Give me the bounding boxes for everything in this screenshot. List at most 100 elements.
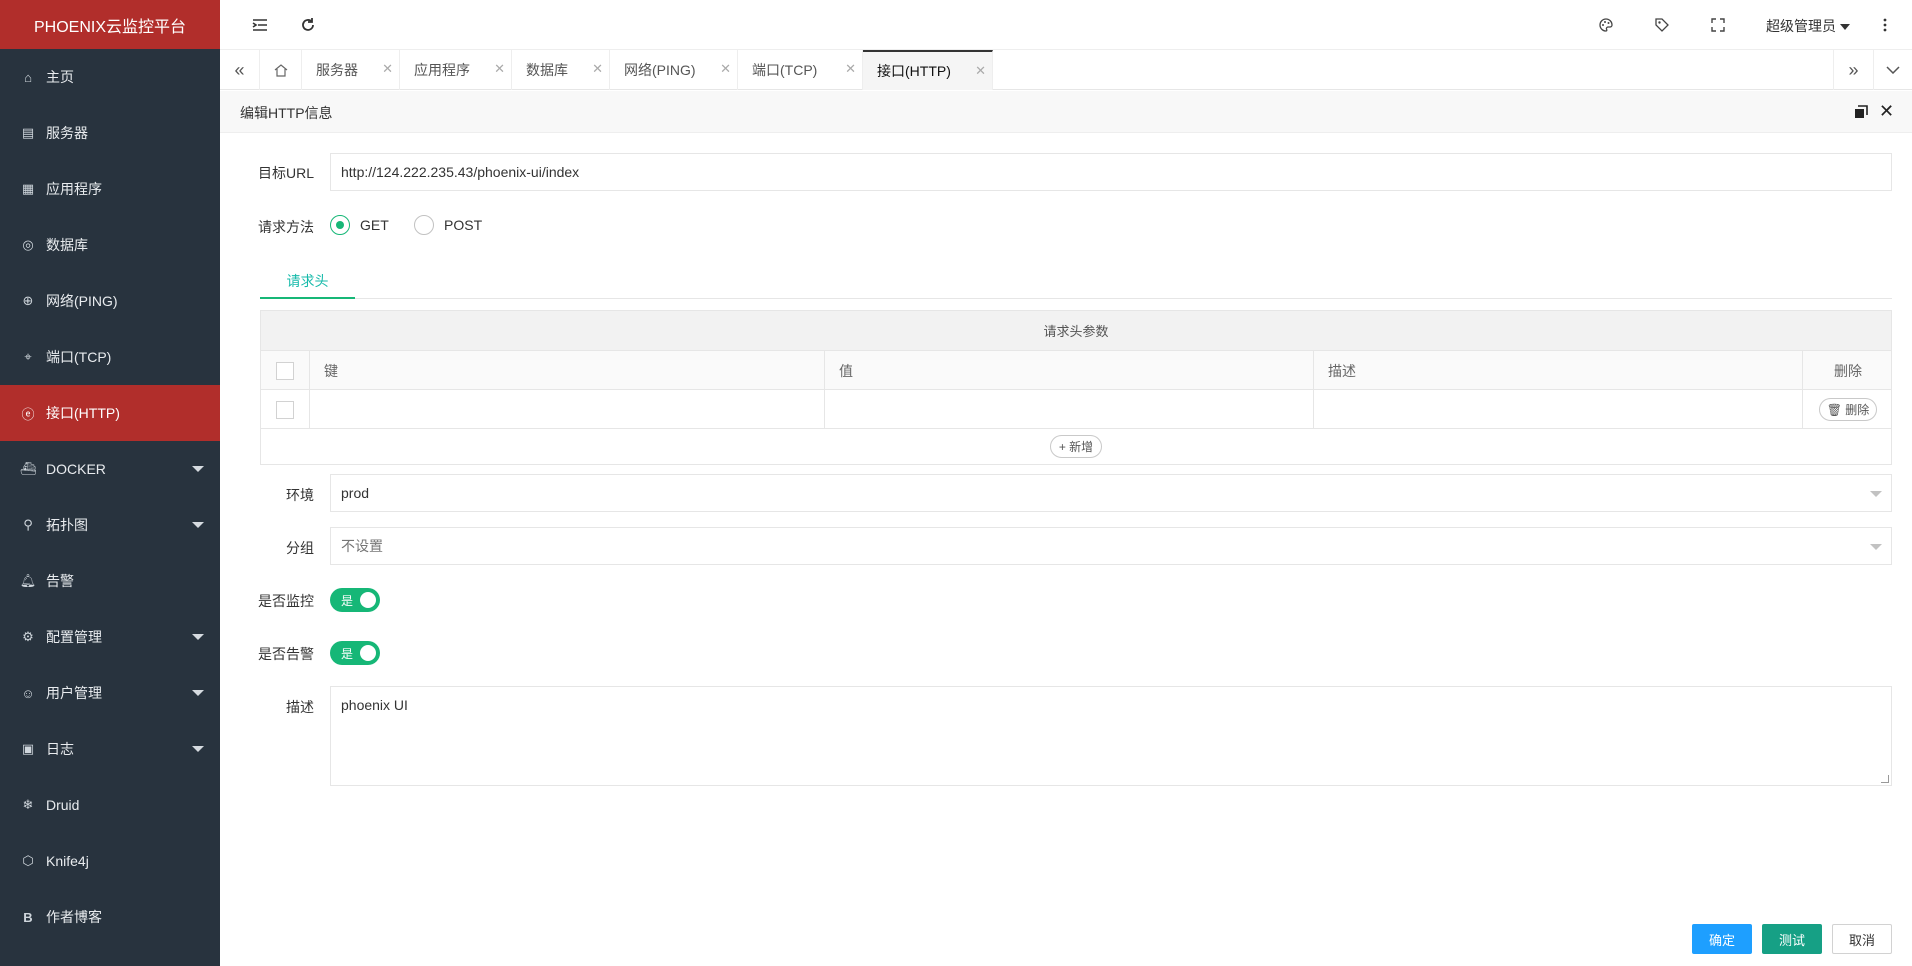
toggle-text: 是 (341, 647, 354, 661)
toggle-knob (360, 645, 376, 661)
radio-circle (330, 215, 350, 235)
menu-collapse-icon[interactable] (250, 15, 270, 35)
close-icon[interactable]: ✕ (1879, 101, 1894, 122)
description-cell[interactable] (1314, 390, 1803, 429)
resize-handle-icon[interactable] (1881, 775, 1889, 783)
sidebar-item-druid[interactable]: ❄ Druid (0, 777, 220, 833)
blog-icon: B (23, 909, 33, 925)
sidebar-item-label: 日志 (46, 741, 74, 757)
test-button[interactable]: 测试 (1762, 924, 1822, 954)
tag-icon[interactable] (1652, 15, 1672, 35)
group-placeholder: 不设置 (341, 538, 383, 554)
sidebar-item-server[interactable]: ▤ 服务器 (0, 105, 220, 161)
sidebar-item-topology[interactable]: ⚲ 拓扑图 (0, 497, 220, 553)
tab-label: 网络(PING) (624, 62, 696, 78)
trash-icon: 🗑︎ (1826, 403, 1842, 417)
env-select[interactable]: prod (330, 474, 1892, 512)
tab-tcp[interactable]: 端口(TCP) ✕ (738, 50, 863, 90)
sidebar-item-apps[interactable]: ▦ 应用程序 (0, 161, 220, 217)
tabs-scroll-left-icon[interactable]: « (220, 50, 260, 90)
close-icon[interactable]: ✕ (845, 61, 856, 77)
close-icon[interactable]: ✕ (382, 61, 393, 77)
palette-icon[interactable] (1596, 15, 1616, 35)
confirm-button[interactable]: 确定 (1692, 924, 1752, 954)
tab-ping[interactable]: 网络(PING) ✕ (610, 50, 738, 90)
row-select-cell (261, 390, 310, 429)
sidebar-item-ping[interactable]: ⊕ 网络(PING) (0, 273, 220, 329)
home-tab-icon[interactable] (260, 50, 302, 90)
table-header-row: 键 值 描述 删除 (261, 351, 1891, 390)
user-menu[interactable]: 超级管理员 (1766, 16, 1850, 36)
tabs-scroll-right-icon[interactable]: » (1833, 50, 1873, 90)
server-icon: ▤ (21, 125, 35, 140)
sidebar-item-knife4j[interactable]: ⬡ Knife4j (0, 833, 220, 889)
column-description: 描述 (1314, 351, 1803, 390)
sidebar-item-http[interactable]: ⓔ 接口(HTTP) (0, 385, 220, 441)
fullscreen-icon[interactable] (1708, 15, 1728, 35)
method-get-radio[interactable]: GET (330, 215, 389, 235)
env-value: prod (341, 485, 370, 501)
description-label: 描述 (286, 699, 314, 715)
more-vertical-icon[interactable] (1875, 15, 1895, 35)
chevron-down-icon (192, 746, 204, 752)
log-icon: ▣ (21, 741, 35, 756)
tab-server[interactable]: 服务器 ✕ (302, 50, 400, 90)
alarm-toggle[interactable]: 是 (330, 641, 380, 665)
add-label: 新增 (1069, 440, 1094, 454)
delete-cell: 🗑︎ 删除 (1803, 390, 1893, 429)
row-checkbox[interactable] (276, 400, 294, 419)
tab-request-headers[interactable]: 请求头 (260, 265, 355, 299)
group-select[interactable]: 不设置 (330, 527, 1892, 565)
tab-label: 端口(TCP) (752, 62, 818, 78)
method-post-radio[interactable]: POST (414, 215, 482, 235)
key-cell[interactable] (310, 390, 825, 429)
env-label: 环境 (286, 487, 314, 503)
chevron-down-icon (1870, 491, 1882, 497)
sidebar-item-config[interactable]: ⚙ 配置管理 (0, 609, 220, 665)
tabs-dropdown-icon[interactable] (1873, 50, 1912, 90)
topology-icon: ⚲ (23, 517, 33, 532)
apps-icon: ▦ (21, 181, 35, 196)
monitor-toggle[interactable]: 是 (330, 588, 380, 612)
maximize-icon[interactable] (1854, 105, 1868, 119)
sidebar-item-database[interactable]: ◎ 数据库 (0, 217, 220, 273)
url-label: 目标URL (257, 165, 314, 181)
dialog-title: 编辑HTTP信息 (240, 105, 333, 121)
database-icon: ◎ (22, 237, 34, 252)
tab-label: 接口(HTTP) (877, 63, 951, 79)
sidebar-item-home[interactable]: ⌂ 主页 (0, 49, 220, 105)
delete-row-button[interactable]: 🗑︎ 删除 (1818, 398, 1878, 421)
app-title: PHOENIX云监控平台 (0, 0, 220, 49)
tab-label: 服务器 (316, 62, 358, 78)
refresh-icon[interactable] (298, 15, 318, 35)
header-subtabs: 请求头 (260, 265, 1892, 299)
close-icon[interactable]: ✕ (494, 61, 505, 77)
sidebar-item-log[interactable]: ▣ 日志 (0, 721, 220, 777)
top-header: 超级管理员 (220, 0, 1912, 50)
cancel-button[interactable]: 取消 (1832, 924, 1892, 954)
select-all-cell (261, 351, 310, 390)
sidebar-item-alarm[interactable]: 🔔︎ 告警 (0, 553, 220, 609)
add-row-area: + 新增 (261, 429, 1891, 464)
add-row-button[interactable]: + 新增 (1049, 435, 1103, 458)
select-all-checkbox[interactable] (276, 361, 294, 380)
sidebar-item-label: 告警 (46, 573, 74, 589)
sidebar-item-tcp[interactable]: ⌖ 端口(TCP) (0, 329, 220, 385)
bell-icon: 🔔︎ (19, 573, 37, 588)
description-textarea[interactable]: phoenix UI (330, 686, 1892, 786)
tab-database[interactable]: 数据库 ✕ (512, 50, 610, 90)
close-icon[interactable]: ✕ (592, 61, 603, 77)
page-tabs: « 服务器 ✕ 应用程序 ✕ 数据库 ✕ 网络(PING) ✕ 端口(TCP) ✕ 接口(… (220, 50, 1912, 90)
chevron-down-icon (192, 466, 204, 472)
radio-label: GET (360, 217, 389, 233)
value-cell[interactable] (825, 390, 1314, 429)
sidebar-item-blog[interactable]: B 作者博客 (0, 889, 220, 945)
tab-http[interactable]: 接口(HTTP) ✕ (863, 50, 993, 90)
port-icon: ⌖ (24, 349, 32, 364)
close-icon[interactable]: ✕ (720, 61, 731, 77)
sidebar-item-docker[interactable]: ⛴ DOCKER (0, 441, 220, 497)
tab-apps[interactable]: 应用程序 ✕ (400, 50, 512, 90)
close-icon[interactable]: ✕ (975, 63, 986, 79)
sidebar-item-users[interactable]: ☺ 用户管理 (0, 665, 220, 721)
url-input[interactable]: http://124.222.235.43/phoenix-ui/index (330, 153, 1892, 191)
